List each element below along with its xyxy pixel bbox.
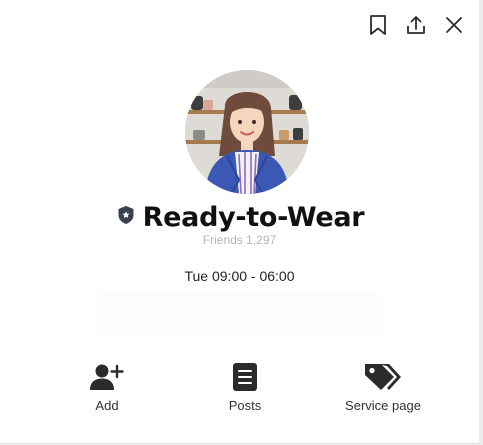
- friends-count: Friends 1,297: [202, 233, 277, 247]
- add-user-icon: [90, 364, 124, 390]
- profile-panel: Ready-to-Wear Friends 1,297 Tue 09:00 - …: [0, 0, 479, 444]
- share-button[interactable]: [401, 10, 431, 40]
- add-friend-button[interactable]: Add: [47, 358, 167, 413]
- profile-name: Ready-to-Wear: [142, 201, 365, 233]
- posts-label: Posts: [228, 398, 262, 413]
- name-row: Ready-to-Wear: [0, 198, 479, 236]
- bookmark-button[interactable]: [363, 10, 393, 40]
- close-icon: [446, 17, 462, 33]
- add-label: Add: [95, 398, 119, 413]
- bookmark-icon: [370, 15, 386, 35]
- profile-avatar[interactable]: [185, 70, 309, 194]
- avatar-illustration-icon: [185, 70, 309, 194]
- service-page-label: Service page: [345, 398, 421, 413]
- top-actions: [363, 10, 469, 40]
- posts-button[interactable]: Posts: [185, 358, 305, 413]
- status-message-area: [98, 292, 380, 338]
- posts-icon: [233, 363, 257, 391]
- profile-actions: Add Posts Service page: [0, 358, 479, 428]
- tags-icon: [365, 364, 401, 390]
- business-hours: Tue 09:00 - 06:00: [184, 268, 295, 284]
- close-button[interactable]: [439, 10, 469, 40]
- shield-icon: [118, 206, 134, 224]
- service-page-button[interactable]: Service page: [323, 358, 443, 413]
- official-badge: [115, 204, 137, 226]
- share-icon: [407, 16, 425, 34]
